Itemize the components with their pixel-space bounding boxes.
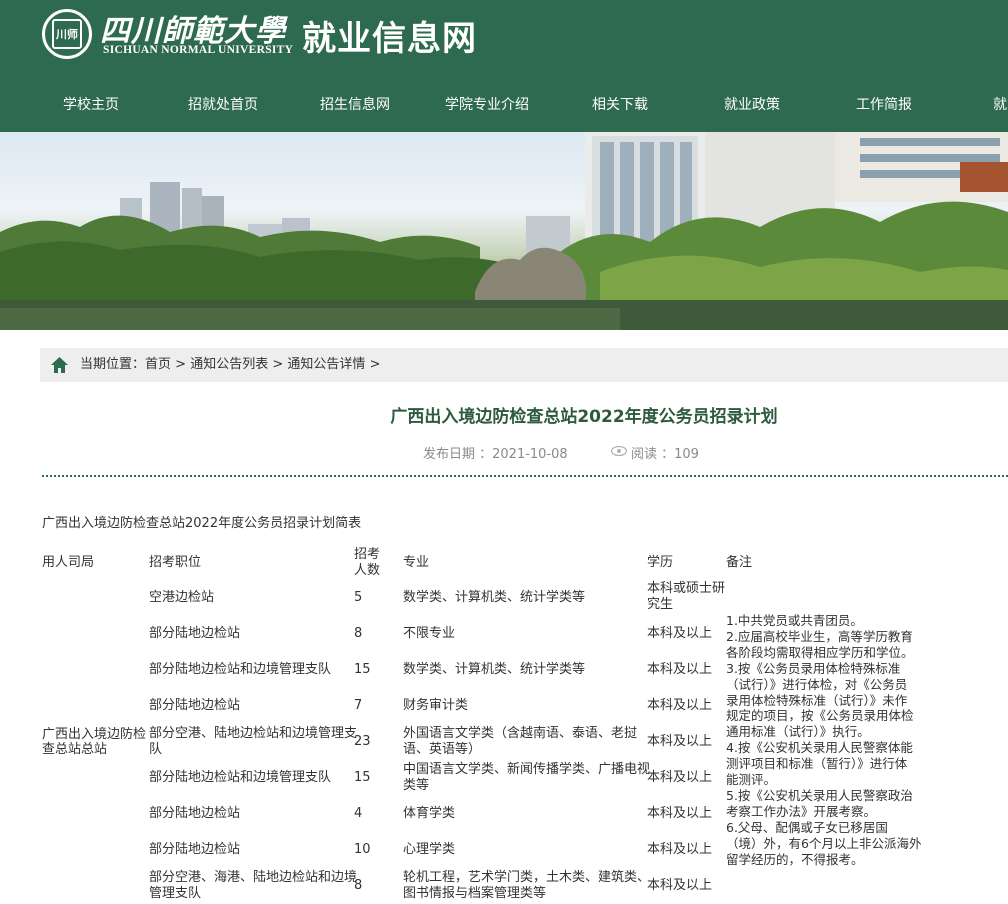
table-row-major: 语、英语等） xyxy=(403,742,482,757)
table-row-count: 15 xyxy=(354,770,371,785)
header-major: 专业 xyxy=(403,555,430,570)
table-row-position: 部分陆地边检站和边境管理支队 xyxy=(149,662,332,677)
remark-line: （境）外，有6个月以上非公派海外 xyxy=(726,835,922,851)
table-row-major: 轮机工程，艺术学门类，土木类、建筑类、 xyxy=(403,870,651,885)
publish-date: 发布日期 ：2021-10-08 xyxy=(423,447,568,462)
remark-line: 6.父母、配偶或子女已移居国 xyxy=(726,819,888,835)
table-row-major: 外国语言文学类（含越南语、泰语、老挝 xyxy=(403,726,638,741)
table-row-major: 图书情报与档案管理类等 xyxy=(403,886,547,901)
remark-line: 2.应届高校毕业生，高等学历教育 xyxy=(726,628,913,644)
breadcrumb-list-link[interactable]: 通知公告列表 xyxy=(190,357,268,372)
remark-line: 能测评。 xyxy=(726,772,777,788)
breadcrumb-home-link[interactable]: 首页 xyxy=(145,357,171,372)
home-icon xyxy=(51,357,68,373)
table-row-position: 部分陆地边检站和边境管理支队 xyxy=(149,770,332,785)
table-row-major: 不限专业 xyxy=(403,626,456,641)
remark-line: 通用标准（试行）》执行。 xyxy=(726,724,870,740)
remark-line: 考察工作办法》开展考察。 xyxy=(726,803,877,819)
breadcrumb-trail: 当期位置：首页 > 通知公告列表 > 通知公告详情 > xyxy=(80,348,380,382)
table-row-major: 心理学类 xyxy=(403,842,456,857)
breadcrumb-separator: > xyxy=(272,357,284,372)
breadcrumb-label: 当期位置： xyxy=(80,357,146,372)
table-row-education: 本科及以上 xyxy=(647,626,713,641)
table-row-count: 23 xyxy=(354,734,371,749)
nav-item-admissions[interactable]: 招生信息网 xyxy=(320,88,390,122)
table-row-count: 4 xyxy=(354,806,363,821)
table-row-education: 本科或硕士研 xyxy=(647,581,726,596)
table-row-count: 5 xyxy=(354,590,363,605)
table-row-education: 本科及以上 xyxy=(647,662,713,677)
remark-line: （试行）》进行体检，对《公务员 xyxy=(726,676,908,692)
header-remarks: 备注 xyxy=(726,555,753,570)
table-row-major: 类等 xyxy=(403,778,430,793)
article-intro: 广西出入境边防检查总站2022年度公务员招录计划简表 xyxy=(42,516,362,531)
table-row-position: 管理支队 xyxy=(149,886,202,901)
remark-line: 留学经历的，不得报考。 xyxy=(726,851,864,867)
site-title: 就业信息网 xyxy=(302,19,477,59)
breadcrumb-separator: > xyxy=(369,357,381,372)
breadcrumb-separator: > xyxy=(175,357,187,372)
table-row-position: 部分空港、陆地边检站和边境管理支 xyxy=(149,726,358,741)
employer-line: 广西出入境边防检 xyxy=(42,727,147,742)
header-education: 学历 xyxy=(647,555,674,570)
table-row-position: 部分陆地边检站 xyxy=(149,698,241,713)
table-row-education: 本科及以上 xyxy=(647,878,713,893)
remark-line: 1.中共党员或共青团员。 xyxy=(726,613,863,628)
table-row-major: 数学类、计算机类、统计学类等 xyxy=(403,590,586,605)
table-row-major: 中国语言文学类、新闻传播学类、广播电视 xyxy=(403,762,651,777)
table-row-education: 究生 xyxy=(647,597,674,612)
employer-line: 查总站总站 xyxy=(42,742,108,757)
table-row-major: 数学类、计算机类、统计学类等 xyxy=(403,662,586,677)
header-count-line1: 招考 xyxy=(354,547,381,562)
header-employer: 用人司局 xyxy=(42,555,95,570)
eye-icon xyxy=(611,446,627,456)
table-row-major: 体育学类 xyxy=(403,806,456,821)
table-row-education: 本科及以上 xyxy=(647,806,713,821)
remark-line: 录用体检特殊标准（试行）》未作 xyxy=(726,692,908,708)
header-count-line2: 人数 xyxy=(354,563,381,578)
table-row-count: 10 xyxy=(354,842,371,857)
table-row-position: 部分空港、海港、陆地边检站和边境 xyxy=(149,870,358,885)
nav-item-truncated[interactable]: 就 xyxy=(993,88,1007,122)
article-title: 广西出入境边防检查总站2022年度公务员招录计划 xyxy=(390,407,778,427)
logo-seal-text: 川师 xyxy=(52,19,82,49)
title-divider xyxy=(42,475,1008,477)
view-count: 阅读 ：109 xyxy=(631,447,699,462)
table-row-position: 空港边检站 xyxy=(149,590,215,605)
site-header: 川师 四川師範大學 SICHUAN NORMAL UNIVERSITY 就业信息… xyxy=(0,0,1008,132)
table-row-position: 部分陆地边检站 xyxy=(149,806,241,821)
table-row-count: 8 xyxy=(354,878,363,893)
table-row-position: 队 xyxy=(149,742,163,757)
table-row-education: 本科及以上 xyxy=(647,698,713,713)
nav-item-downloads[interactable]: 相关下载 xyxy=(592,88,648,122)
table-row-position: 部分陆地边检站 xyxy=(149,626,241,641)
remark-line: 4.按《公安机关录用人民警察体能 xyxy=(726,740,913,756)
remark-line: 3.按《公务员录用体检特殊标准 xyxy=(726,660,901,676)
nav-item-majors[interactable]: 学院专业介绍 xyxy=(445,88,529,122)
table-row-position: 部分陆地边检站 xyxy=(149,842,241,857)
nav-item-school-home[interactable]: 学校主页 xyxy=(63,88,119,122)
table-row-major: 财务审计类 xyxy=(403,698,469,713)
header-position: 招考职位 xyxy=(149,555,202,570)
table-row-education: 本科及以上 xyxy=(647,770,713,785)
remark-line: 5.按《公安机关录用人民警察政治 xyxy=(726,787,913,803)
university-name-en: SICHUAN NORMAL UNIVERSITY xyxy=(103,44,294,56)
university-seal-icon[interactable]: 川师 xyxy=(42,9,92,59)
remark-line: 测评项目和标准（暂行）》进行体 xyxy=(726,756,908,772)
breadcrumb: 当期位置：首页 > 通知公告列表 > 通知公告详情 > xyxy=(40,348,1008,382)
remarks-cell: 1.中共党员或共青团员。 2.应届高校毕业生，高等学历教育 各阶段均需取得相应学… xyxy=(726,613,931,868)
main-nav: 学校主页 招就处首页 招生信息网 学院专业介绍 相关下载 就业政策 工作简报 就 xyxy=(0,88,1008,122)
table-row-education: 本科及以上 xyxy=(647,734,713,749)
table-row-education: 本科及以上 xyxy=(647,842,713,857)
nav-item-office-home[interactable]: 招就处首页 xyxy=(188,88,258,122)
table-row-count: 8 xyxy=(354,626,363,641)
nav-item-policy[interactable]: 就业政策 xyxy=(724,88,780,122)
remark-line: 规定的项目，按《公务员录用体检 xyxy=(726,708,914,724)
nav-item-briefings[interactable]: 工作简报 xyxy=(856,88,912,122)
table-row-count: 15 xyxy=(354,662,371,677)
breadcrumb-detail-link[interactable]: 通知公告详情 xyxy=(287,357,365,372)
campus-banner-image xyxy=(0,132,1008,330)
remark-line: 各阶段均需取得相应学历和学位。 xyxy=(726,644,914,660)
table-row-count: 7 xyxy=(354,698,363,713)
